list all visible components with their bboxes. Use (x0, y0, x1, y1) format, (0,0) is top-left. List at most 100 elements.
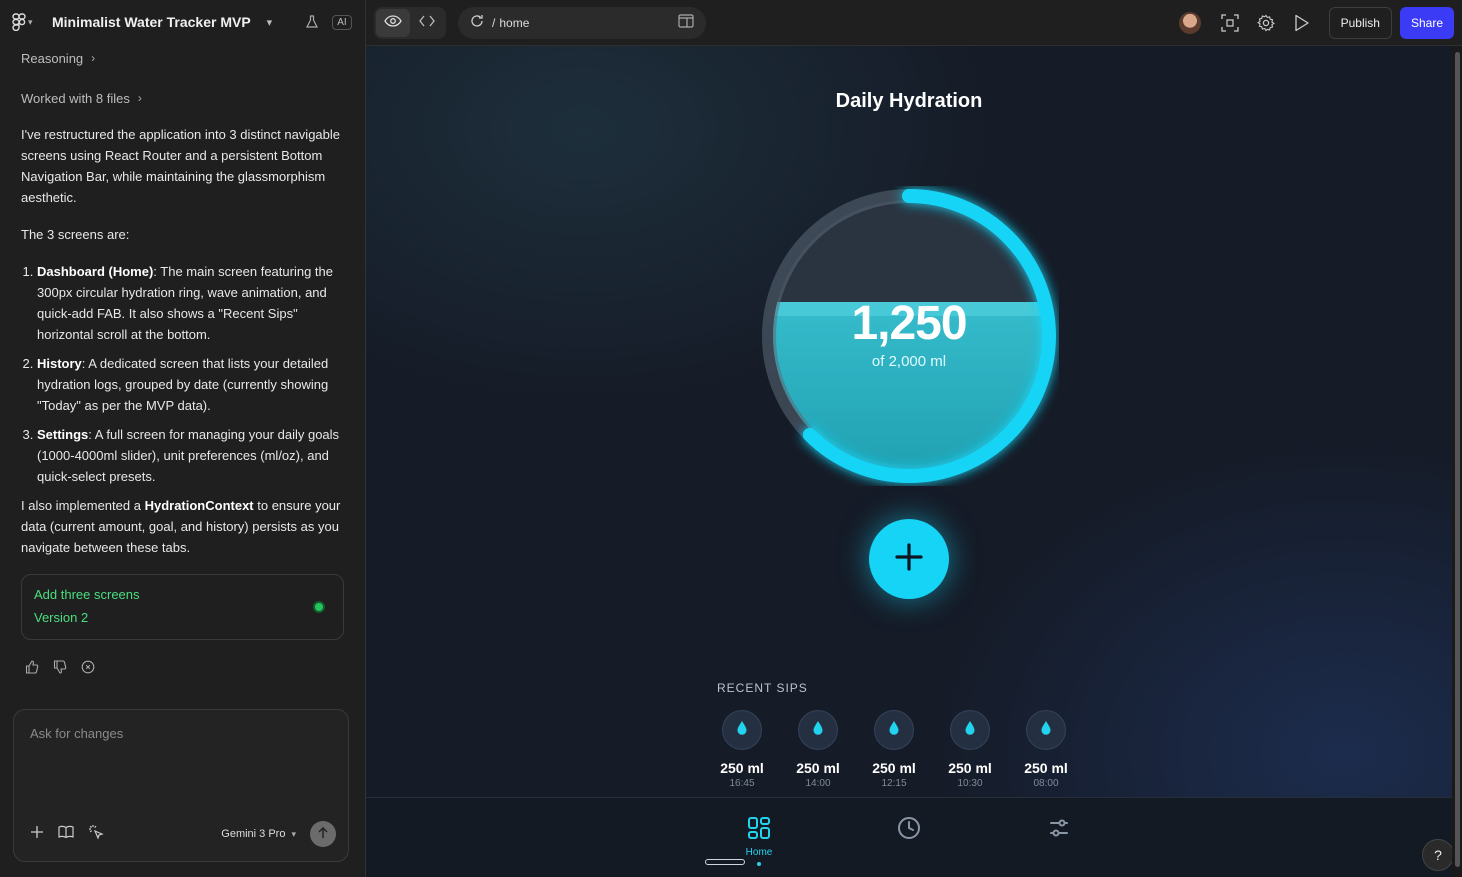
message-screens-intro: The 3 screens are: (21, 227, 130, 242)
model-label: Gemini 3 Pro (221, 828, 286, 840)
sip-amount: 250 ml (796, 760, 840, 776)
sip-badge (798, 710, 838, 750)
recent-sips-list[interactable]: 250 ml 16:45 250 ml 14:00 250 ml 12:15 2… (717, 710, 1071, 789)
goal-amount: of 2,000 ml (871, 353, 947, 370)
help-button[interactable]: ? (1422, 839, 1452, 871)
water-drop-icon (736, 720, 748, 741)
device-frame-icon[interactable] (678, 14, 694, 31)
arrow-up-icon (317, 826, 329, 842)
share-button[interactable]: Share (1399, 6, 1454, 39)
chevron-down-icon[interactable]: ▾ (267, 16, 273, 29)
scrollbar-thumb[interactable] (1455, 52, 1460, 867)
reasoning-toggle[interactable]: Reasoning › (21, 38, 344, 78)
url-bar[interactable]: / home (458, 6, 706, 39)
nav-label-home: Home (745, 847, 773, 858)
chevron-down-icon: ▾ (291, 828, 296, 839)
message-intro: I've restructured the application into 3… (21, 127, 341, 205)
model-selector[interactable]: Gemini 3 Pro ▾ (221, 828, 296, 840)
nav-item-history[interactable] (879, 816, 939, 845)
worked-files-label: Worked with 8 files (21, 90, 130, 106)
current-amount: 1,250 (851, 297, 967, 350)
gear-icon[interactable] (1255, 12, 1277, 34)
status-dot (313, 601, 325, 613)
list-item[interactable]: 250 ml 08:00 (1021, 710, 1071, 789)
chevron-right-icon: › (137, 91, 142, 105)
sliders-icon (1047, 819, 1071, 844)
version-title: Add three screens (34, 587, 140, 602)
sip-time: 08:00 (1033, 778, 1059, 789)
app-logo-icon[interactable]: ▾ (12, 13, 38, 31)
list-item: History: A dedicated screen that lists y… (37, 353, 344, 416)
restore-icon[interactable] (81, 660, 95, 677)
list-item[interactable]: 250 ml 12:15 (869, 710, 919, 789)
eye-icon (384, 15, 402, 30)
list-item: Dashboard (Home): The main screen featur… (37, 261, 344, 345)
home-indicator (705, 859, 745, 865)
url-prefix: / (492, 15, 496, 30)
clock-icon (897, 817, 921, 844)
worked-files-toggle[interactable]: Worked with 8 files › (21, 78, 344, 118)
water-drop-icon (888, 720, 900, 741)
thumbs-down-icon[interactable] (53, 660, 67, 677)
feedback-actions (21, 660, 344, 677)
preview-scrollbar[interactable] (1452, 46, 1462, 877)
sip-badge (874, 710, 914, 750)
url-path[interactable]: home (499, 16, 529, 30)
nav-item-settings[interactable] (1029, 816, 1089, 845)
lab-flask-icon[interactable] (301, 11, 323, 33)
message-context: I also implemented a HydrationContext to… (21, 495, 344, 558)
publish-button[interactable]: Publish (1328, 6, 1392, 39)
sip-badge (950, 710, 990, 750)
list-item-title: Dashboard (Home) (37, 264, 154, 279)
preview-toolbar: / home Publish Share (366, 0, 1462, 46)
chat-thread: Reasoning › Worked with 8 files › I've r… (0, 38, 365, 677)
water-drop-icon (812, 720, 824, 741)
list-item[interactable]: 250 ml 14:00 (793, 710, 843, 789)
sip-time: 10:30 (957, 778, 983, 789)
hydration-ring[interactable]: 1,250 of 2,000 ml (759, 186, 1059, 486)
ai-badge: AI (332, 14, 352, 30)
plus-icon (895, 542, 923, 576)
recent-sips-heading: RECENT SIPS (717, 681, 808, 695)
list-item[interactable]: 250 ml 16:45 (717, 710, 767, 789)
play-icon[interactable] (1291, 12, 1313, 34)
sip-amount: 250 ml (1024, 760, 1068, 776)
active-indicator (757, 862, 761, 866)
list-item[interactable]: 250 ml 10:30 (945, 710, 995, 789)
chevron-right-icon: › (91, 51, 96, 65)
list-item: Settings: A full screen for managing you… (37, 424, 344, 487)
composer-input[interactable]: Ask for changes (30, 726, 332, 741)
bottom-navigation: Home ? (366, 797, 1452, 877)
ai-toggle[interactable]: AI (331, 11, 353, 33)
version-number: Version 2 (34, 610, 89, 625)
book-icon[interactable] (58, 825, 74, 844)
sip-amount: 250 ml (872, 760, 916, 776)
code-mode-button[interactable] (410, 9, 444, 37)
version-card[interactable]: Add three screens Version 2 (21, 574, 344, 640)
send-button[interactable] (310, 821, 336, 847)
plus-icon[interactable] (30, 825, 44, 844)
page-title: Daily Hydration (835, 90, 983, 112)
screenshot-scan-icon[interactable] (1219, 12, 1241, 34)
sip-time: 12:15 (881, 778, 907, 789)
add-water-button[interactable] (869, 519, 949, 599)
chat-panel: ▾ Minimalist Water Tracker MVP ▾ AI Reas… (0, 0, 366, 877)
cursor-select-icon[interactable] (88, 824, 104, 845)
sip-amount: 250 ml (720, 760, 764, 776)
chat-composer[interactable]: Ask for changes Gemini 3 Pro ▾ (13, 709, 349, 862)
view-mode-toggle (374, 6, 446, 39)
screens-list: Dashboard (Home): The main screen featur… (21, 261, 344, 487)
avatar[interactable] (1178, 11, 1201, 34)
context-pre: I also implemented a (21, 498, 145, 513)
project-title[interactable]: Minimalist Water Tracker MVP (52, 14, 251, 30)
sip-badge (722, 710, 762, 750)
sip-time: 14:00 (805, 778, 831, 789)
context-bold: HydrationContext (144, 498, 254, 513)
sip-amount: 250 ml (948, 760, 992, 776)
thumbs-up-icon[interactable] (25, 660, 39, 677)
list-item-title: Settings (37, 427, 89, 442)
water-drop-icon (1040, 720, 1052, 741)
preview-mode-button[interactable] (376, 8, 410, 37)
water-drop-icon (964, 720, 976, 741)
refresh-icon[interactable] (470, 14, 484, 31)
